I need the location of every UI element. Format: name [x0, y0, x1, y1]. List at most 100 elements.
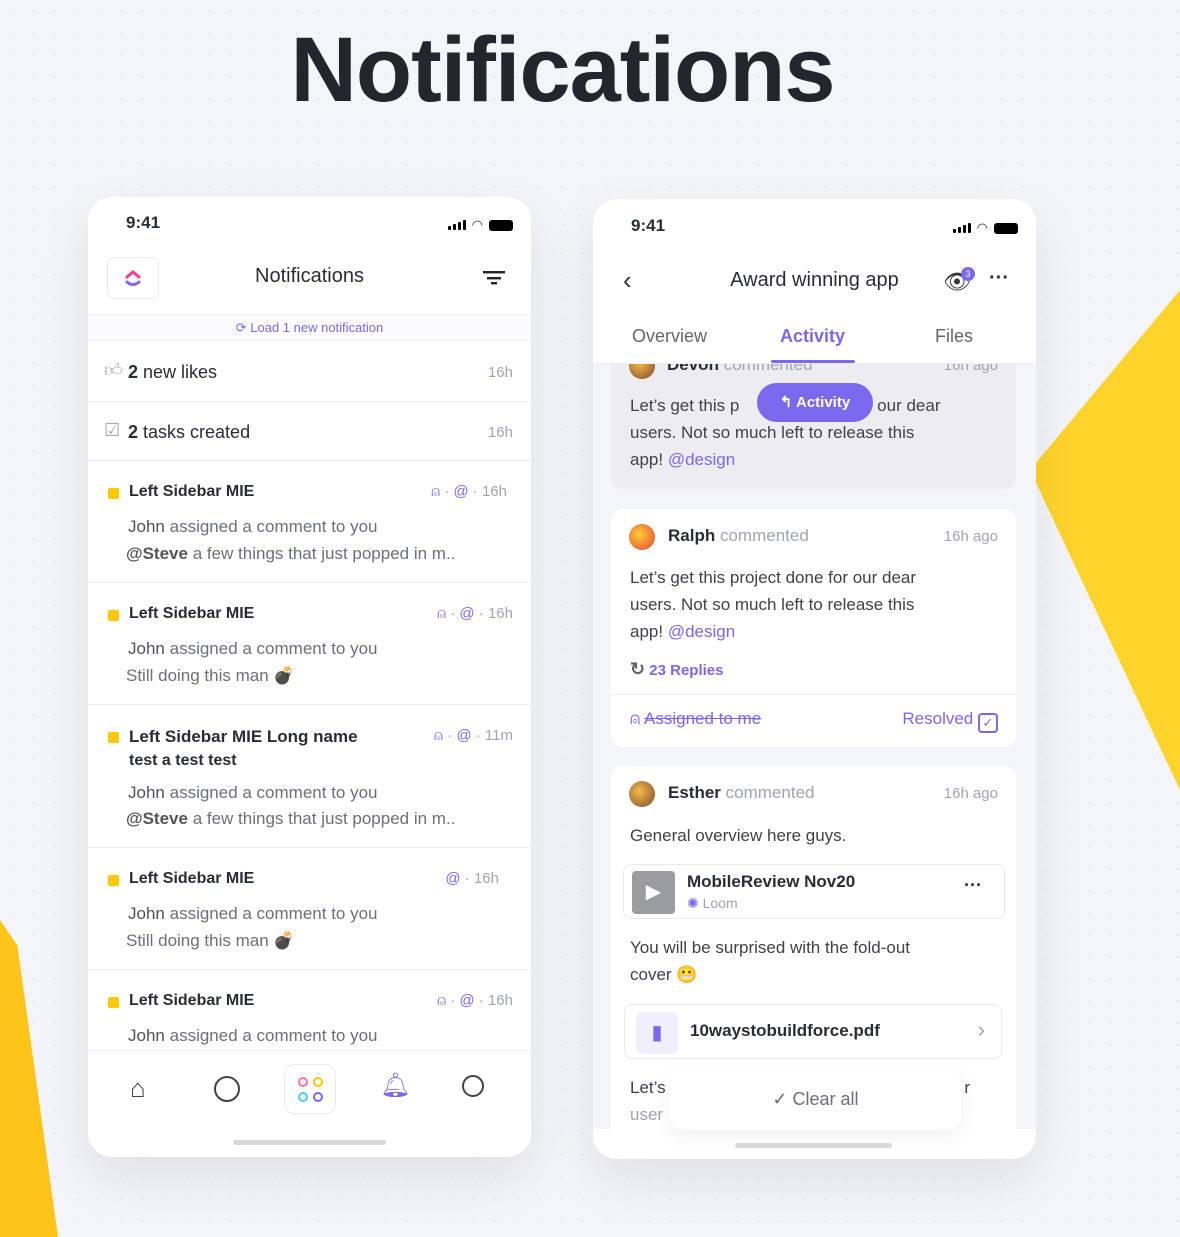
loom-video-attachment[interactable]: ▶ MobileReview Nov20 ✺ Loom ··· [623, 864, 1005, 919]
phone-task-activity: 9:41 ◠ ‹ Award winning app 👁︎ 3 ··· Over… [593, 199, 1036, 1159]
resolved-label: Resolved [902, 709, 974, 728]
status-icons: ◠ [952, 220, 1018, 236]
resolved-button[interactable]: Resolved ✓ [902, 709, 998, 733]
comment-text: r [964, 1078, 970, 1097]
actor: John [128, 517, 165, 536]
home-indicator [735, 1143, 892, 1148]
comment-text: app! [630, 450, 664, 469]
clear-all-button[interactable]: ✓ Clear all [670, 1068, 961, 1130]
status-time: 9:41 [631, 216, 666, 235]
check-icon: ✓ [772, 1089, 788, 1109]
load-new-notification-button[interactable]: ⟳ Load 1 new notification [88, 314, 531, 341]
compass-icon[interactable] [214, 1076, 240, 1102]
replies-count: 23 Replies [649, 662, 724, 679]
refresh-icon: ⟳ [235, 320, 247, 335]
preview: a few things that just popped in m.. [192, 809, 456, 828]
summary-count: 2 [128, 362, 139, 382]
reply-arrow-icon: ↰ [779, 394, 793, 411]
load-new-label: Load 1 new notification [250, 320, 384, 335]
phone-notifications: 9:41 ◠ Notifications ⟳ Load 1 new notifi… [88, 197, 531, 1157]
notification-item[interactable]: Left Sidebar MIE ⍝ · @ · 16h John assign… [88, 461, 531, 583]
notification-title: Left Sidebar MIE Long name [129, 727, 358, 746]
comment-text: Let’s get this p [630, 396, 740, 415]
actor: John [128, 639, 165, 658]
comment-text: users. Not so much left to release this [630, 595, 915, 614]
notification-item[interactable]: Left Sidebar MIE @ · 16h John assigned a… [88, 848, 531, 970]
notification-item[interactable]: Left Sidebar MIE ⍝ · @ · 16h John assign… [88, 583, 531, 705]
bottom-nav: ⌂ 🔔︎ [88, 1050, 531, 1157]
assigned-mention-icons: ⍝ · @ · 11m [434, 727, 513, 744]
comment-time: 16h ago [943, 785, 998, 802]
mention[interactable]: @design [668, 622, 735, 641]
avatar [629, 781, 655, 807]
summary-count: 2 [128, 422, 139, 442]
apps-icon[interactable] [284, 1064, 336, 1114]
tab-activity[interactable]: Activity [780, 326, 845, 347]
action: assigned a comment to you [169, 783, 378, 802]
action: assigned a comment to you [169, 1026, 378, 1045]
more-icon[interactable]: ··· [964, 875, 982, 896]
checkbox-icon: ☑ [104, 420, 121, 440]
battery-icon [489, 219, 513, 231]
comment-text: cover 😬 [630, 965, 698, 984]
notification-item[interactable]: Left Sidebar MIE ⍝ · @ · 16h John assign… [88, 970, 531, 1050]
comment-text: users. Not so much left to release this [630, 423, 915, 442]
more-icon[interactable]: ··· [989, 267, 1009, 290]
comment-text: Let’s [630, 1078, 666, 1097]
tab-files[interactable]: Files [935, 326, 973, 347]
mention: @Steve [126, 809, 188, 828]
notification-time: 16h [487, 992, 513, 1009]
notification-item[interactable]: Left Sidebar MIE Long name test a test t… [88, 705, 531, 848]
search-icon[interactable] [462, 1075, 484, 1097]
resolved-checkbox-icon: ✓ [978, 713, 998, 733]
clear-all-label: Clear all [792, 1089, 859, 1109]
signal-icon [952, 223, 971, 233]
assign-icon: ⍝ [630, 709, 641, 728]
preview: a few things that just popped in m.. [192, 544, 456, 563]
wifi-icon: ◠ [976, 220, 988, 235]
divider [611, 694, 1016, 695]
author: Esther [668, 783, 721, 802]
action: assigned a comment to you [169, 639, 378, 658]
notification-time: 16h [481, 483, 507, 500]
assigned-mention-icons: ⍝ · @ · 16h [431, 483, 507, 500]
filter-icon[interactable] [483, 269, 505, 290]
mention: @Steve [126, 544, 188, 563]
verb: commented [725, 783, 815, 802]
battery-icon [994, 222, 1018, 234]
task-status-icon [108, 732, 119, 743]
verb: commented [719, 526, 809, 545]
status-time: 9:41 [126, 213, 161, 232]
notification-title: Left Sidebar MIE [129, 870, 255, 887]
signal-icon [447, 220, 466, 230]
page-title: Notifications [290, 19, 835, 121]
task-status-icon [108, 875, 119, 886]
notification-summary-likes[interactable]: 👍︎ 2 new likes 16h [88, 342, 531, 402]
status-icons: ◠ [447, 217, 513, 233]
play-icon: ▶ [632, 871, 675, 914]
comment-ralph: Ralph commented 16h ago Let’s get this p… [611, 509, 1016, 747]
watchers-badge: 3 [961, 267, 975, 281]
actor: John [128, 783, 165, 802]
assigned-to-me-toggle[interactable]: ⍝ Assigned to me [630, 709, 761, 729]
replies-link[interactable]: ↻ 23 Replies [630, 659, 723, 680]
chevron-right-icon: › [977, 1017, 985, 1042]
home-icon[interactable]: ⌂ [130, 1073, 146, 1104]
comment-text: user [630, 1105, 664, 1124]
summary-time: 16h [487, 364, 513, 381]
action: assigned a comment to you [169, 517, 378, 536]
preview: Still doing this man 💣 [126, 666, 295, 685]
notification-summary-tasks[interactable]: ☑ 2 tasks created 16h [88, 402, 531, 461]
jump-to-activity-button[interactable]: ↰ Activity [757, 383, 873, 422]
task-status-icon [108, 488, 119, 499]
task-status-icon [108, 610, 119, 621]
home-indicator [233, 1140, 386, 1145]
bell-icon[interactable]: 🔔︎ [380, 1071, 410, 1100]
mention[interactable]: @design [668, 450, 735, 469]
tab-overview[interactable]: Overview [632, 326, 707, 347]
summary-time: 16h [487, 424, 513, 441]
notification-title: Left Sidebar MIE [129, 992, 255, 1009]
pdf-attachment[interactable]: ▮ 10waystobuildforce.pdf › [624, 1004, 1002, 1059]
author: Ralph [668, 526, 716, 545]
actor: John [128, 1026, 165, 1045]
